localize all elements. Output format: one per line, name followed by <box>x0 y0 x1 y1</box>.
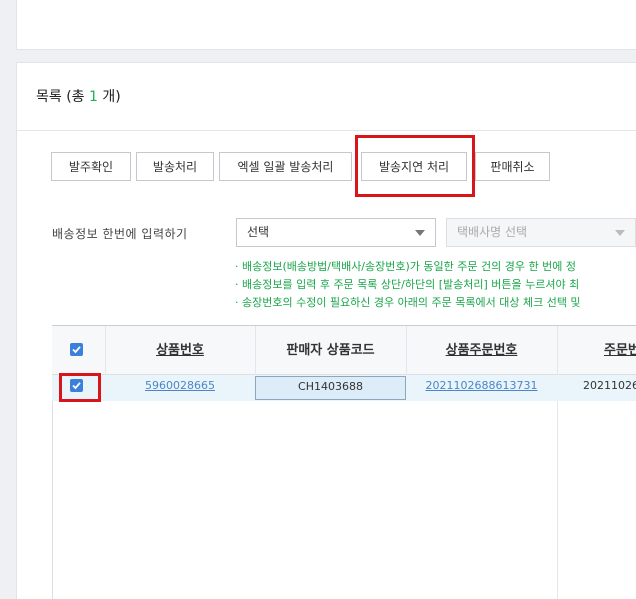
guide-note: · 배송정보를 입력 후 주문 목록 상단/하단의 [발송처리] 버튼을 누르셔… <box>235 278 580 291</box>
column-divider <box>557 326 558 599</box>
courier-placeholder: 택배사명 선택 <box>457 225 528 239</box>
highlight-box-row-checkbox <box>59 373 101 402</box>
order-no-cell: 2021102631 <box>583 379 636 392</box>
ship-button[interactable]: 발송처리 <box>136 152 214 181</box>
list-count: 1 <box>89 89 98 105</box>
list-title: 목록 (총 1 개) <box>36 89 121 105</box>
title-divider <box>17 130 636 131</box>
col-product-no[interactable]: 상품번호 <box>105 326 255 375</box>
guide-note: · 배송정보(배송방법/택배사/송장번호)가 동일한 주문 건의 경우 한 번에… <box>235 260 576 273</box>
product-order-no-link[interactable]: 2021102688613731 <box>406 375 557 401</box>
seller-code-cell[interactable]: CH1403688 <box>255 376 406 400</box>
courier-select[interactable]: 택배사명 선택 <box>446 218 636 247</box>
check-icon <box>72 346 81 354</box>
bulk-input-label: 배송정보 한번에 입력하기 <box>52 227 188 241</box>
top-panel <box>16 0 636 50</box>
col-seller-code: 판매자 상품코드 <box>286 343 375 358</box>
cancel-sale-button[interactable]: 판매취소 <box>475 152 550 181</box>
col-product-order-no[interactable]: 상품주문번호 <box>406 326 557 375</box>
delivery-method-value: 선택 <box>247 225 270 239</box>
column-divider <box>255 326 256 375</box>
column-divider <box>406 326 407 375</box>
guide-note: · 송장번호의 수정이 필요하신 경우 아래의 주문 목록에서 대상 체크 선택… <box>235 296 581 309</box>
chevron-down-icon <box>415 230 425 236</box>
col-order-no[interactable]: 주문번 <box>557 326 636 375</box>
product-no-link[interactable]: 5960028665 <box>105 375 255 401</box>
column-divider <box>105 326 106 375</box>
chevron-down-icon <box>615 230 625 236</box>
highlight-box-delay-button <box>355 135 475 197</box>
guide-notes: · 배송정보(배송방법/택배사/송장번호)가 동일한 주문 건의 경우 한 번에… <box>235 258 581 312</box>
delivery-method-select[interactable]: 선택 <box>236 218 436 247</box>
select-all-checkbox[interactable] <box>70 343 83 356</box>
excel-bulk-ship-button[interactable]: 엑셀 일괄 발송처리 <box>219 152 352 181</box>
confirm-order-button[interactable]: 발주확인 <box>51 152 131 181</box>
